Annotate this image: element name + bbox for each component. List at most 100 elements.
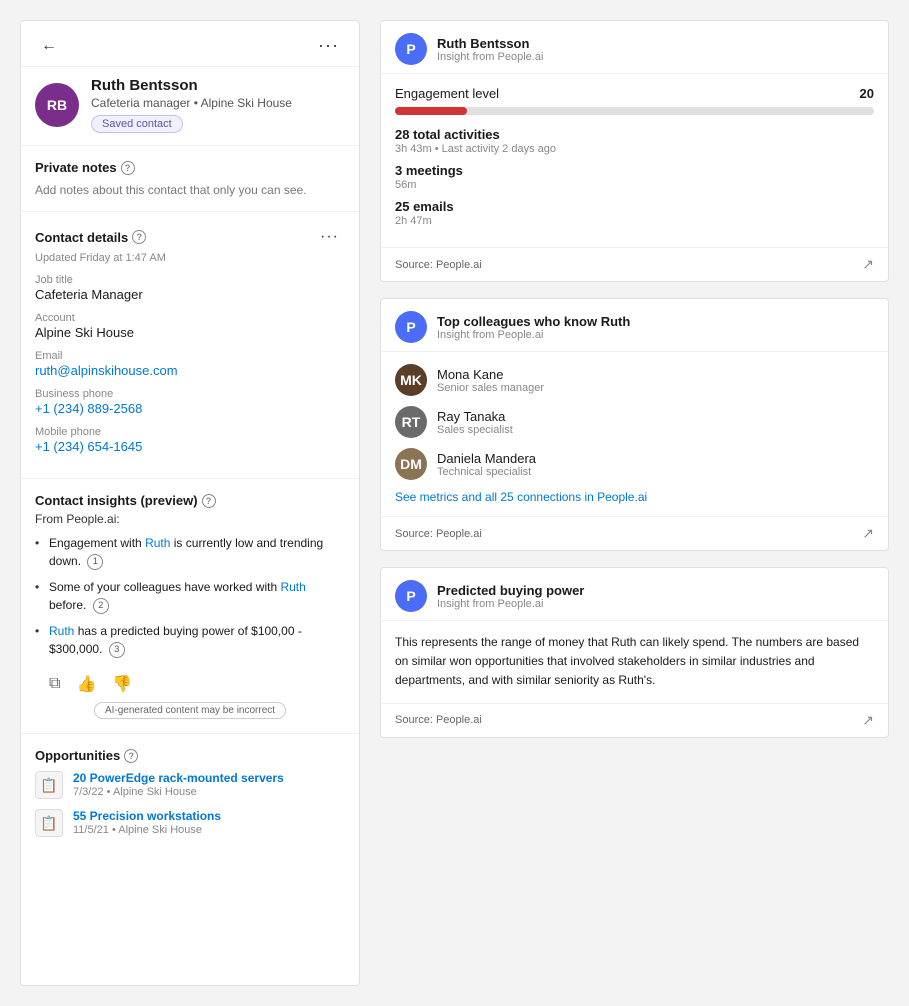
engagement-level-row: Engagement level 20 xyxy=(395,86,874,101)
colleagues-card: P Top colleagues who know Ruth Insight f… xyxy=(380,298,889,551)
private-notes-title: Private notes ? xyxy=(35,160,345,175)
buying-power-card-body: This represents the range of money that … xyxy=(381,621,888,703)
engagement-progress-bg xyxy=(395,107,874,115)
action-icons: ⧉ 👍 👎 xyxy=(49,674,132,694)
engagement-external-link-icon[interactable]: ↗ xyxy=(862,256,874,273)
buying-power-card-title: Predicted buying power xyxy=(437,583,584,598)
last-activity-text: 3h 43m • Last activity 2 days ago xyxy=(395,143,874,155)
opportunity-name-1[interactable]: 20 PowerEdge rack-mounted servers xyxy=(73,771,345,785)
meetings-row: 3 meetings 56m xyxy=(395,163,874,191)
insight-item-2: Some of your colleagues have worked with… xyxy=(35,578,345,614)
emails-row: 25 emails 2h 47m xyxy=(395,199,874,227)
panel-header: ← ··· xyxy=(21,21,359,67)
buying-power-external-link-icon[interactable]: ↗ xyxy=(862,712,874,729)
opportunity-info-1: 20 PowerEdge rack-mounted servers 7/3/22… xyxy=(73,771,345,798)
engagement-score: 20 xyxy=(860,86,874,101)
meetings-label: 3 meetings xyxy=(395,163,874,178)
insight-actions: ⧉ 👍 👎 xyxy=(35,666,345,694)
colleague-row-2: RT Ray Tanaka Sales specialist xyxy=(395,406,874,438)
colleagues-external-link-icon[interactable]: ↗ xyxy=(862,525,874,542)
total-activities-label: 28 total activities xyxy=(395,127,874,142)
private-notes-info-icon[interactable]: ? xyxy=(121,161,135,175)
insight-badge-2[interactable]: 2 xyxy=(93,598,109,614)
email-label: Email xyxy=(35,350,345,362)
colleague-info-3: Daniela Mandera Technical specialist xyxy=(437,451,536,478)
buying-power-card-subtitle: Insight from People.ai xyxy=(437,598,584,610)
meetings-duration: 56m xyxy=(395,179,874,191)
email-value[interactable]: ruth@alpinskihouse.com xyxy=(35,363,345,378)
account-label: Account xyxy=(35,312,345,324)
account-value: Alpine Ski House xyxy=(35,325,345,340)
engagement-progress-fill xyxy=(395,107,467,115)
private-notes-text: Add notes about this contact that only y… xyxy=(35,183,345,197)
colleague-row-1: MK Mona Kane Senior sales manager xyxy=(395,364,874,396)
back-button[interactable]: ← xyxy=(35,35,63,57)
engagement-label: Engagement level xyxy=(395,86,499,101)
account-row: Account Alpine Ski House xyxy=(35,312,345,340)
business-phone-label: Business phone xyxy=(35,388,345,400)
insights-info-icon[interactable]: ? xyxy=(202,494,216,508)
colleague-avatar-2: RT xyxy=(395,406,427,438)
contact-info: Ruth Bentsson Cafeteria manager • Alpine… xyxy=(91,77,345,133)
contact-insights-section: Contact insights (preview) ? From People… xyxy=(21,479,359,734)
mobile-phone-row: Mobile phone +1 (234) 654-1645 xyxy=(35,426,345,454)
colleagues-card-footer: Source: People.ai ↗ xyxy=(381,516,888,550)
opportunities-info-icon[interactable]: ? xyxy=(124,749,138,763)
copy-button[interactable]: ⧉ xyxy=(49,674,60,694)
colleague-name-2: Ray Tanaka xyxy=(437,409,513,424)
opportunity-name-2[interactable]: 55 Precision workstations xyxy=(73,809,345,823)
right-panel: P Ruth Bentsson Insight from People.ai E… xyxy=(380,20,889,986)
colleagues-card-body: MK Mona Kane Senior sales manager RT Ray… xyxy=(381,352,888,516)
engagement-source-text: Source: People.ai xyxy=(395,259,482,271)
opportunities-section: Opportunities ? 📋 20 PowerEdge rack-moun… xyxy=(21,734,359,861)
thumbs-up-button[interactable]: 👍 xyxy=(76,674,96,694)
insight-ruth-link-1[interactable]: Ruth xyxy=(145,536,170,550)
engagement-card-body: Engagement level 20 28 total activities … xyxy=(381,74,888,247)
avatar: RB xyxy=(35,83,79,127)
colleague-role-1: Senior sales manager xyxy=(437,382,544,394)
opportunity-sub-1: 7/3/22 • Alpine Ski House xyxy=(73,786,345,798)
engagement-card-subtitle: Insight from People.ai xyxy=(437,51,543,63)
see-metrics-link[interactable]: See metrics and all 25 connections in Pe… xyxy=(395,490,874,504)
contact-details-more-button[interactable]: ··· xyxy=(314,226,345,248)
buying-power-card-footer: Source: People.ai ↗ xyxy=(381,703,888,737)
business-phone-value[interactable]: +1 (234) 889-2568 xyxy=(35,401,345,416)
insight-badge-3[interactable]: 3 xyxy=(109,642,125,658)
insight-ruth-link-3[interactable]: Ruth xyxy=(49,624,74,638)
mobile-phone-value[interactable]: +1 (234) 654-1645 xyxy=(35,439,345,454)
colleague-name-1: Mona Kane xyxy=(437,367,544,382)
opportunities-title: Opportunities ? xyxy=(35,748,345,763)
job-title-row: Job title Cafeteria Manager xyxy=(35,274,345,302)
colleague-avatar-3: DM xyxy=(395,448,427,480)
buying-power-card: P Predicted buying power Insight from Pe… xyxy=(380,567,889,738)
saved-contact-badge: Saved contact xyxy=(91,115,183,133)
contact-header: RB Ruth Bentsson Cafeteria manager • Alp… xyxy=(21,67,359,146)
email-row: Email ruth@alpinskihouse.com xyxy=(35,350,345,378)
buying-power-card-header: P Predicted buying power Insight from Pe… xyxy=(381,568,888,621)
engagement-card-header: P Ruth Bentsson Insight from People.ai xyxy=(381,21,888,74)
opportunity-item-1: 📋 20 PowerEdge rack-mounted servers 7/3/… xyxy=(35,771,345,799)
colleague-info-1: Mona Kane Senior sales manager xyxy=(437,367,544,394)
colleague-role-3: Technical specialist xyxy=(437,466,536,478)
more-options-button[interactable]: ··· xyxy=(312,33,345,58)
job-title-label: Job title xyxy=(35,274,345,286)
people-ai-avatar-3: P xyxy=(395,580,427,612)
colleagues-source-text: Source: People.ai xyxy=(395,528,482,540)
engagement-card-title-group: Ruth Bentsson Insight from People.ai xyxy=(437,36,543,63)
insights-from-label: From People.ai: xyxy=(35,512,345,526)
thumbs-down-button[interactable]: 👎 xyxy=(112,674,132,694)
private-notes-section: Private notes ? Add notes about this con… xyxy=(21,146,359,212)
insight-badge-1[interactable]: 1 xyxy=(87,554,103,570)
emails-duration: 2h 47m xyxy=(395,215,874,227)
total-activities-row: 28 total activities 3h 43m • Last activi… xyxy=(395,127,874,155)
colleague-avatar-1: MK xyxy=(395,364,427,396)
left-panel: ← ··· RB Ruth Bentsson Cafeteria manager… xyxy=(20,20,360,986)
colleagues-card-subtitle: Insight from People.ai xyxy=(437,329,630,341)
contact-details-info-icon[interactable]: ? xyxy=(132,230,146,244)
contact-details-section: Contact details ? ··· Updated Friday at … xyxy=(21,212,359,479)
insight-list: Engagement with Ruth is currently low an… xyxy=(35,534,345,658)
ai-badge: AI-generated content may be incorrect xyxy=(94,702,286,719)
ai-disclaimer: AI-generated content may be incorrect xyxy=(35,702,345,719)
insight-ruth-link-2[interactable]: Ruth xyxy=(280,580,305,594)
insight-item-1: Engagement with Ruth is currently low an… xyxy=(35,534,345,570)
